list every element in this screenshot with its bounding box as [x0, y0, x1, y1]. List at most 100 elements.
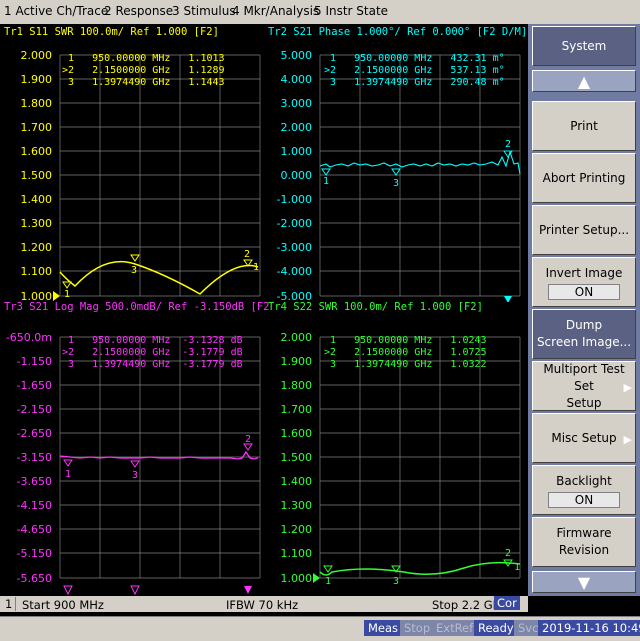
- y-label: 1.600: [281, 427, 313, 440]
- ready-status: Ready: [474, 620, 518, 636]
- trace2-pane[interactable]: 5.000 4.000 3.000 2.000 1.000 0.000 -1.0…: [264, 24, 528, 302]
- trace4-pane[interactable]: 2.000 1.900 1.800 1.700 1.600 1.500 1.40…: [264, 301, 528, 596]
- misc-setup-softkey[interactable]: Misc Setup ▶: [532, 413, 636, 463]
- y-label: -3.000: [277, 241, 312, 254]
- trace2-title: Tr2 S21 Phase 1.000°/ Ref 0.000° [F2 D/M…: [268, 26, 528, 38]
- marker-readout: 3 1.3974490 GHz -3.1779 dB: [62, 359, 243, 370]
- marker-readout: >2 2.1500000 GHz -3.1779 dB: [62, 347, 243, 358]
- softkey-label: Firmware: [556, 526, 612, 540]
- y-label: -4.650: [17, 523, 52, 536]
- svg-text:1: 1: [65, 469, 71, 480]
- y-label: 0.000: [281, 169, 313, 182]
- correction-badge: Cor: [494, 596, 520, 610]
- y-label: 1.300: [281, 499, 313, 512]
- triangle-down-icon: ▼: [577, 572, 591, 592]
- menu-response[interactable]: 2 Response: [104, 4, 173, 18]
- svg-text:2: 2: [505, 548, 511, 559]
- svg-text:3: 3: [132, 470, 138, 481]
- y-label: -2.650: [17, 427, 52, 440]
- marker-readout: 1 950.00000 MHz 1.1013: [62, 53, 225, 64]
- marker-readout: 1 950.00000 MHz -3.1328 dB: [62, 335, 243, 346]
- y-label: -650.0m: [6, 331, 52, 344]
- start-frequency[interactable]: Start 900 MHz: [18, 597, 108, 613]
- softkey-label: Abort Printing: [542, 170, 626, 185]
- trace2-line: [319, 150, 521, 175]
- svg-text:1: 1: [64, 289, 70, 300]
- chevron-right-icon: ▶: [623, 381, 632, 394]
- abort-printing-softkey[interactable]: Abort Printing: [532, 153, 636, 203]
- softkey-label: Revision: [558, 543, 610, 557]
- softkey-label: Screen Image...: [536, 335, 632, 349]
- svg-text:2: 2: [244, 249, 250, 260]
- softkey-label: Print: [570, 118, 598, 133]
- trace3-title: Tr3 S21 Log Mag 500.0mdB/ Ref -3.150dB […: [4, 301, 270, 313]
- marker-readout: >2 2.1500000 GHz 537.13 m°: [324, 65, 505, 76]
- y-label: -3.150: [17, 451, 52, 464]
- y-label: 1.100: [21, 265, 53, 278]
- trace1-title: Tr1 S11 SWR 100.0m/ Ref 1.000 [F2]: [4, 26, 219, 38]
- measurement-display: 2.000 1.900 1.800 1.700 1.600 1.500 1.40…: [0, 24, 528, 596]
- meas-status: Meas: [364, 620, 403, 636]
- ifbw-value[interactable]: IFBW 70 kHz: [222, 597, 302, 613]
- y-label: 2.000: [281, 121, 313, 134]
- backlight-value: ON: [548, 491, 620, 508]
- y-label: -1.650: [17, 379, 52, 392]
- y-label: -1.150: [17, 355, 52, 368]
- scroll-up-button[interactable]: ▲: [532, 70, 636, 92]
- menu-active-ch-trace[interactable]: 1 Active Ch/Trace: [4, 4, 108, 18]
- softkey-label: Misc Setup: [551, 430, 617, 445]
- marker-readout: 1 950.00000 MHz 432.31 m°: [324, 53, 505, 64]
- softkey-label: Multiport Test Set: [543, 361, 625, 393]
- channel-status-bar: 1 Start 900 MHz IFBW 70 kHz Stop 2.2 GHz…: [0, 596, 528, 612]
- extref-status: ExtRef: [432, 620, 478, 636]
- y-label: 1.300: [21, 217, 53, 230]
- invert-image-softkey[interactable]: Invert Image ON: [532, 257, 636, 307]
- firmware-revision-softkey[interactable]: Firmware Revision: [532, 517, 636, 567]
- scroll-down-button[interactable]: ▼: [532, 571, 636, 593]
- print-softkey[interactable]: Print: [532, 101, 636, 151]
- trace1-pane[interactable]: 2.000 1.900 1.800 1.700 1.600 1.500 1.40…: [0, 24, 264, 302]
- softkey-label: Backlight: [556, 473, 612, 488]
- svg-text:1: 1: [323, 176, 329, 187]
- y-label: -2.150: [17, 403, 52, 416]
- y-label: 5.000: [281, 49, 313, 62]
- backlight-softkey[interactable]: Backlight ON: [532, 465, 636, 515]
- svg-text:1: 1: [253, 262, 259, 273]
- y-label: -5.650: [17, 572, 52, 585]
- softkey-panel: System ▲ Print Abort Printing Printer Se…: [528, 24, 640, 596]
- stop-status: Stop: [400, 620, 435, 636]
- menu-instr-state[interactable]: 5 Instr State: [314, 4, 388, 18]
- multiport-test-set-softkey[interactable]: Multiport Test Set Setup ▶: [532, 361, 636, 411]
- menu-bar: 1 Active Ch/Trace 2 Response 3 Stimulus …: [0, 0, 640, 25]
- printer-setup-softkey[interactable]: Printer Setup...: [532, 205, 636, 255]
- softkey-label: Printer Setup...: [538, 222, 630, 237]
- softkey-label: Dump: [565, 318, 603, 332]
- svg-text:3: 3: [393, 576, 399, 587]
- channel-number[interactable]: 1: [2, 597, 17, 611]
- chevron-right-icon: ▶: [623, 433, 632, 446]
- menu-mkr-analysis[interactable]: 4 Mkr/Analysis: [232, 4, 319, 18]
- y-label: 2.000: [21, 49, 53, 62]
- menu-stimulus[interactable]: 3 Stimulus: [172, 4, 236, 18]
- svg-text:1: 1: [514, 562, 520, 573]
- svg-text:2: 2: [505, 139, 511, 150]
- softkey-label: Setup: [566, 395, 602, 410]
- y-label: 1.400: [281, 475, 313, 488]
- y-label: 1.200: [281, 523, 313, 536]
- y-label: 1.800: [281, 379, 313, 392]
- y-label: 4.000: [281, 73, 313, 86]
- y-label: 1.900: [21, 73, 53, 86]
- trace1-line: [59, 260, 259, 295]
- y-label: 1.000: [281, 572, 313, 585]
- dump-screen-image-softkey[interactable]: Dump Screen Image...: [532, 309, 636, 359]
- svg-text:1: 1: [325, 576, 331, 587]
- system-softkey[interactable]: System: [532, 26, 636, 66]
- y-label: 1.700: [21, 121, 53, 134]
- ref-level-marker: [53, 291, 60, 301]
- trace3-line: [59, 450, 259, 460]
- marker-readout: 3 1.3974490 GHz 290.48 m°: [324, 77, 505, 88]
- trace3-pane[interactable]: -650.0m -1.150 -1.650 -2.150 -2.650 -3.1…: [0, 301, 270, 596]
- svg-text:2: 2: [245, 434, 251, 445]
- y-label: -2.000: [277, 217, 312, 230]
- y-label: 1.800: [21, 97, 53, 110]
